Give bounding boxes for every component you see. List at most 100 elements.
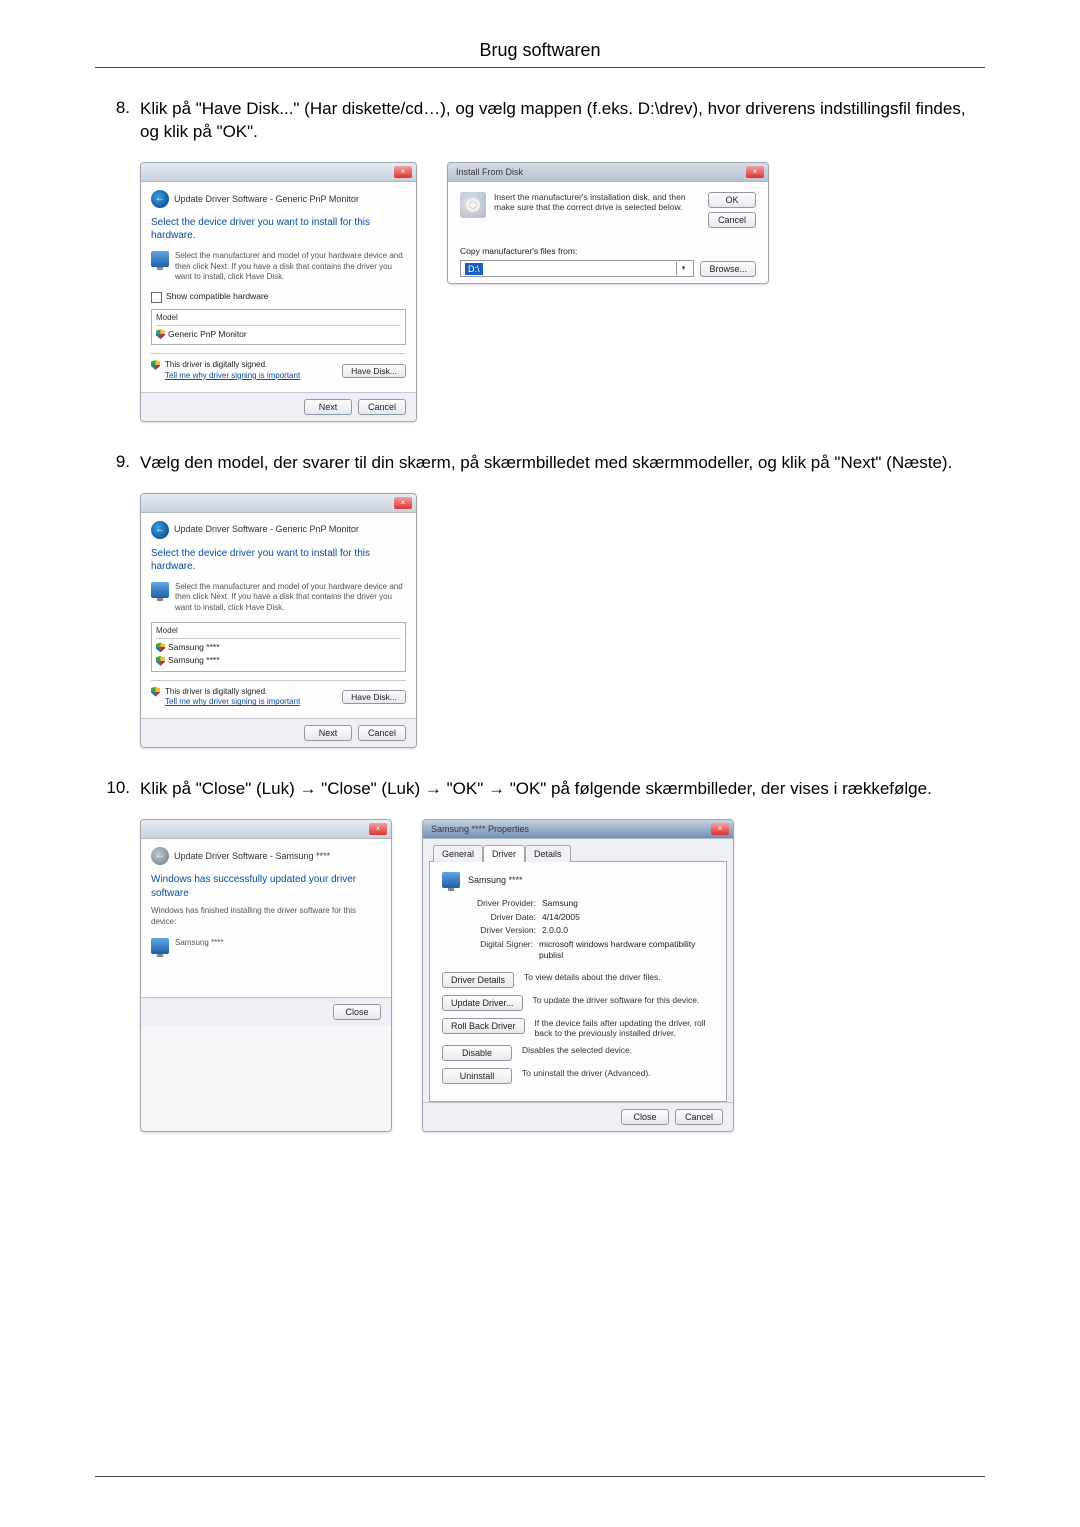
close-icon[interactable]: ×: [394, 497, 412, 509]
footer-rule: [95, 1476, 985, 1477]
step-number: 9.: [95, 452, 140, 749]
prop-label: Driver Date:: [466, 912, 536, 923]
dialog-title: Samsung **** Properties: [427, 823, 711, 835]
titlebar: ×: [141, 820, 391, 839]
close-icon[interactable]: ×: [394, 166, 412, 178]
close-button[interactable]: Close: [621, 1109, 669, 1125]
install-disk-message: Insert the manufacturer's installation d…: [494, 192, 700, 212]
monitor-icon: [442, 872, 460, 888]
titlebar: Install From Disk ×: [448, 163, 768, 182]
cancel-button[interactable]: Cancel: [675, 1109, 723, 1125]
dialog-heading: Select the device driver you want to ins…: [151, 547, 406, 574]
shield-icon: [156, 656, 165, 666]
monitor-icon: [151, 938, 169, 954]
monitor-icon: [151, 251, 169, 267]
model-name: Samsung ****: [168, 642, 220, 653]
shield-icon: [156, 329, 165, 339]
prop-value: 4/14/2005: [542, 912, 580, 923]
prop-value: microsoft windows hardware compatibility…: [539, 939, 714, 962]
next-button[interactable]: Next: [304, 399, 352, 415]
action-desc: Disables the selected device.: [522, 1045, 714, 1055]
path-value: D:\: [465, 263, 483, 275]
prop-value: 2.0.0.0: [542, 925, 568, 936]
tab-details[interactable]: Details: [525, 845, 571, 862]
model-name: Samsung ****: [168, 655, 220, 666]
path-combobox[interactable]: D:\ ▾: [460, 260, 694, 277]
chevron-down-icon[interactable]: ▾: [676, 262, 689, 275]
tab-general[interactable]: General: [433, 845, 483, 862]
dialog-update-driver-generic: × ← Update Driver Software - Generic PnP…: [140, 162, 417, 422]
step-10: 10. Klik på "Close" (Luk) → "Close" (Luk…: [95, 778, 985, 1132]
page-title: Brug softwaren: [95, 40, 985, 61]
titlebar: ×: [141, 494, 416, 513]
ok-button[interactable]: OK: [708, 192, 756, 208]
breadcrumb: Update Driver Software - Samsung ****: [174, 850, 330, 862]
header-rule: [95, 67, 985, 68]
device-name: Samsung ****: [468, 874, 523, 886]
device-name: Samsung ****: [175, 938, 223, 954]
action-desc: To view details about the driver files.: [524, 972, 714, 982]
prop-label: Digital Signer:: [466, 939, 533, 962]
close-button[interactable]: Close: [333, 1004, 381, 1020]
cancel-button[interactable]: Cancel: [708, 212, 756, 228]
back-icon: ←: [151, 847, 169, 865]
step-9: 9. Vælg den model, der svarer til din sk…: [95, 452, 985, 749]
close-icon[interactable]: ×: [711, 823, 729, 835]
next-button[interactable]: Next: [304, 725, 352, 741]
signed-text: This driver is digitally signed.: [165, 360, 300, 371]
update-driver-button[interactable]: Update Driver...: [442, 995, 523, 1011]
action-desc: If the device fails after updating the d…: [535, 1018, 714, 1038]
model-column-header: Model: [156, 626, 401, 639]
dialog-heading: Select the device driver you want to ins…: [151, 216, 406, 243]
uninstall-button[interactable]: Uninstall: [442, 1068, 512, 1084]
disable-button[interactable]: Disable: [442, 1045, 512, 1061]
titlebar: Samsung **** Properties ×: [423, 820, 733, 839]
cancel-button[interactable]: Cancel: [358, 399, 406, 415]
dialog-instruction: Select the manufacturer and model of you…: [175, 582, 406, 614]
browse-button[interactable]: Browse...: [700, 261, 756, 277]
show-compatible-label: Show compatible hardware: [166, 291, 269, 302]
prop-label: Driver Version:: [466, 925, 536, 936]
success-sub: Windows has finished installing the driv…: [151, 906, 381, 928]
list-item[interactable]: Generic PnP Monitor: [156, 328, 401, 341]
rollback-driver-button[interactable]: Roll Back Driver: [442, 1018, 525, 1034]
signing-info-link[interactable]: Tell me why driver signing is important: [165, 371, 300, 382]
have-disk-button[interactable]: Have Disk...: [342, 364, 406, 378]
signing-info-link[interactable]: Tell me why driver signing is important: [165, 697, 300, 708]
model-list[interactable]: Model Generic PnP Monitor: [151, 309, 406, 345]
tab-driver[interactable]: Driver: [483, 845, 525, 862]
cancel-button[interactable]: Cancel: [358, 725, 406, 741]
dialog-title: Install From Disk: [452, 166, 746, 178]
list-item[interactable]: Samsung ****: [156, 654, 401, 667]
model-name: Generic PnP Monitor: [168, 329, 247, 340]
shield-icon: [156, 642, 165, 652]
action-desc: To update the driver software for this d…: [533, 995, 714, 1005]
step-text: Vælg den model, der svarer til din skærm…: [140, 452, 985, 475]
close-icon[interactable]: ×: [369, 823, 387, 835]
dialog-instruction: Select the manufacturer and model of you…: [175, 251, 406, 283]
list-item[interactable]: Samsung ****: [156, 641, 401, 654]
breadcrumb: Update Driver Software - Generic PnP Mon…: [174, 523, 359, 535]
back-icon[interactable]: ←: [151, 521, 169, 539]
back-icon[interactable]: ←: [151, 190, 169, 208]
success-heading: Windows has successfully updated your dr…: [151, 873, 381, 900]
step-8: 8. Klik på "Have Disk..." (Har diskette/…: [95, 98, 985, 422]
show-compatible-checkbox[interactable]: [151, 292, 162, 303]
dialog-update-success: × ← Update Driver Software - Samsung ***…: [140, 819, 392, 1132]
model-column-header: Model: [156, 313, 401, 326]
action-desc: To uninstall the driver (Advanced).: [522, 1068, 714, 1078]
step-number: 8.: [95, 98, 140, 422]
signed-text: This driver is digitally signed.: [165, 687, 300, 698]
copy-from-label: Copy manufacturer's files from:: [460, 246, 756, 257]
prop-value: Samsung: [542, 898, 578, 909]
prop-label: Driver Provider:: [466, 898, 536, 909]
step-number: 10.: [95, 778, 140, 1132]
have-disk-button[interactable]: Have Disk...: [342, 690, 406, 704]
dialog-install-from-disk: Install From Disk × Insert the manufactu…: [447, 162, 769, 284]
disk-icon: [460, 192, 486, 218]
driver-details-button[interactable]: Driver Details: [442, 972, 514, 988]
shield-icon: [151, 360, 160, 370]
close-icon[interactable]: ×: [746, 166, 764, 178]
model-list[interactable]: Model Samsung **** Samsung ****: [151, 622, 406, 672]
breadcrumb: Update Driver Software - Generic PnP Mon…: [174, 193, 359, 205]
